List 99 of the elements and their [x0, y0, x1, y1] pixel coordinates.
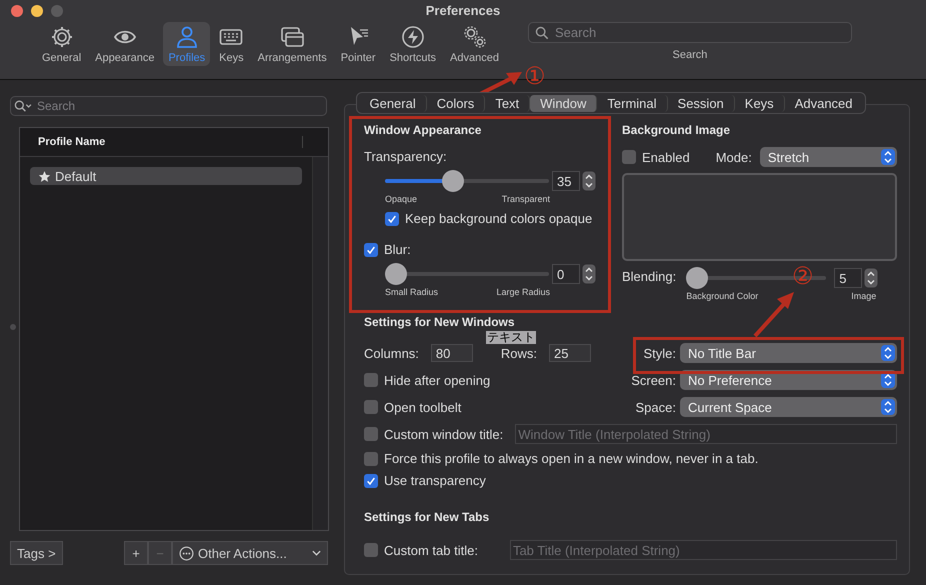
tab[interactable]: Terminal [597, 94, 668, 112]
gears-icon [462, 25, 487, 49]
checkbox-label: Open toolbelt [384, 400, 462, 414]
checkbox-label: Blur: [384, 242, 411, 257]
section-title: Settings for New Tabs [364, 510, 490, 526]
checkbox-label: Custom tab title: [384, 542, 478, 558]
split-handle[interactable] [10, 324, 16, 330]
profile-row[interactable]: Default [30, 167, 302, 185]
toolbar-item[interactable]: Arrangements [252, 22, 332, 66]
toolbar-item[interactable]: General [37, 22, 86, 66]
tab[interactable]: Advanced [784, 94, 863, 112]
checkbox[interactable] [364, 474, 378, 488]
checkbox-label: Keep background colors opaque [405, 211, 592, 226]
windows-icon [280, 25, 304, 49]
stepper-icon [864, 268, 878, 288]
toolbar-item[interactable]: Keys [214, 22, 249, 66]
text-field[interactable]: Tab Title (Interpolated String) [510, 540, 897, 560]
close-button[interactable] [11, 5, 23, 17]
lightning-icon [400, 25, 425, 49]
checkbox-label: Hide after opening [384, 372, 490, 388]
field-label: Rows: [500, 346, 538, 360]
checkbox[interactable] [364, 543, 378, 557]
section-title: Settings for New Windows [364, 315, 516, 331]
stepper-icon [582, 171, 596, 191]
slider-thumb[interactable] [442, 170, 464, 192]
gear-icon [50, 25, 74, 49]
updown-arrows-icon [881, 345, 895, 361]
popup-button[interactable]: Stretch [760, 147, 897, 167]
max-label: Image [851, 291, 876, 301]
slider[interactable] [686, 267, 826, 289]
number-field[interactable]: 35 [552, 171, 580, 191]
popup-button[interactable]: No Title Bar [680, 343, 897, 363]
text-field[interactable]: Window Title (Interpolated String) [515, 424, 897, 444]
field-label: Style: [642, 346, 676, 360]
checkbox[interactable] [364, 242, 378, 256]
min-label: Opaque [385, 194, 418, 204]
tab[interactable]: Colors [426, 94, 486, 112]
tab[interactable]: General [359, 94, 427, 112]
window-title: Preferences [426, 2, 500, 18]
checkbox-label: Enabled [642, 150, 690, 164]
other-actions-button[interactable]: Other Actions... [172, 541, 328, 565]
stepper-icon [582, 264, 596, 284]
slider-thumb[interactable] [686, 267, 708, 289]
annotation-number: ① [524, 64, 546, 88]
add-button[interactable]: + [124, 541, 148, 565]
max-label: Transparent [502, 194, 550, 204]
checkbox[interactable] [364, 452, 378, 466]
checkbox[interactable] [364, 427, 378, 441]
popup-button[interactable]: Current Space [680, 397, 897, 417]
min-label: Background Color [686, 291, 758, 301]
checkbox[interactable] [364, 373, 378, 387]
number-field[interactable]: 0 [552, 264, 580, 284]
tab[interactable]: Keys [734, 94, 785, 112]
slider-thumb[interactable] [385, 263, 407, 285]
field-label: Columns: [364, 346, 419, 360]
toolbar-item[interactable]: Shortcuts [384, 22, 442, 66]
search-icon [14, 100, 33, 113]
checkbox-label: Custom window title: [384, 426, 504, 442]
updown-arrows-icon [881, 399, 895, 415]
search-field[interactable]: Search [10, 96, 327, 116]
toolbar-item[interactable]: Appearance [90, 22, 160, 66]
ellipsis-icon [179, 546, 194, 560]
person-icon [174, 25, 199, 49]
annotation-text: テキスト [486, 331, 536, 344]
chevron-icon [312, 550, 321, 556]
column-header[interactable]: Profile Name [38, 136, 303, 148]
search-field[interactable]: Search [528, 22, 852, 43]
checkbox[interactable] [364, 400, 378, 414]
tab[interactable]: Window [530, 94, 598, 112]
checkbox[interactable] [385, 212, 399, 226]
tab[interactable]: Session [668, 94, 735, 112]
search-label: Search [672, 49, 708, 61]
number-field[interactable]: 5 [834, 268, 862, 288]
section-title: Background Image [622, 123, 732, 139]
search-icon [534, 26, 549, 40]
slider[interactable] [385, 263, 549, 285]
minimize-button[interactable] [31, 5, 43, 17]
field-label: Blending: [622, 269, 676, 284]
checkbox-label: Use transparency [384, 473, 486, 488]
section-title: Window Appearance [364, 123, 482, 139]
field-label: Space: [634, 400, 676, 414]
number-field[interactable]: 25 [549, 344, 592, 362]
checkmark-icon [387, 214, 397, 224]
max-label: Large Radius [496, 287, 550, 297]
field-label: Mode: [716, 150, 752, 164]
annotation-number: ② [792, 264, 814, 288]
field-label: Screen: [630, 372, 676, 388]
field-label: Transparency: [364, 149, 448, 164]
checkbox[interactable] [622, 150, 636, 164]
toolbar-item[interactable]: Advanced [445, 22, 504, 66]
checkmark-icon [366, 244, 376, 254]
slider[interactable] [385, 170, 549, 192]
number-field[interactable]: 80 [430, 344, 473, 362]
checkbox-label: Force this profile to always open in a new window, never in a tab. [384, 451, 758, 466]
tags-button[interactable]: Tags > [10, 541, 63, 565]
toolbar-item[interactable]: Pointer [336, 22, 381, 66]
checkmark-icon [366, 476, 376, 486]
min-label: Small Radius [385, 287, 438, 297]
updown-arrows-icon [881, 149, 895, 165]
